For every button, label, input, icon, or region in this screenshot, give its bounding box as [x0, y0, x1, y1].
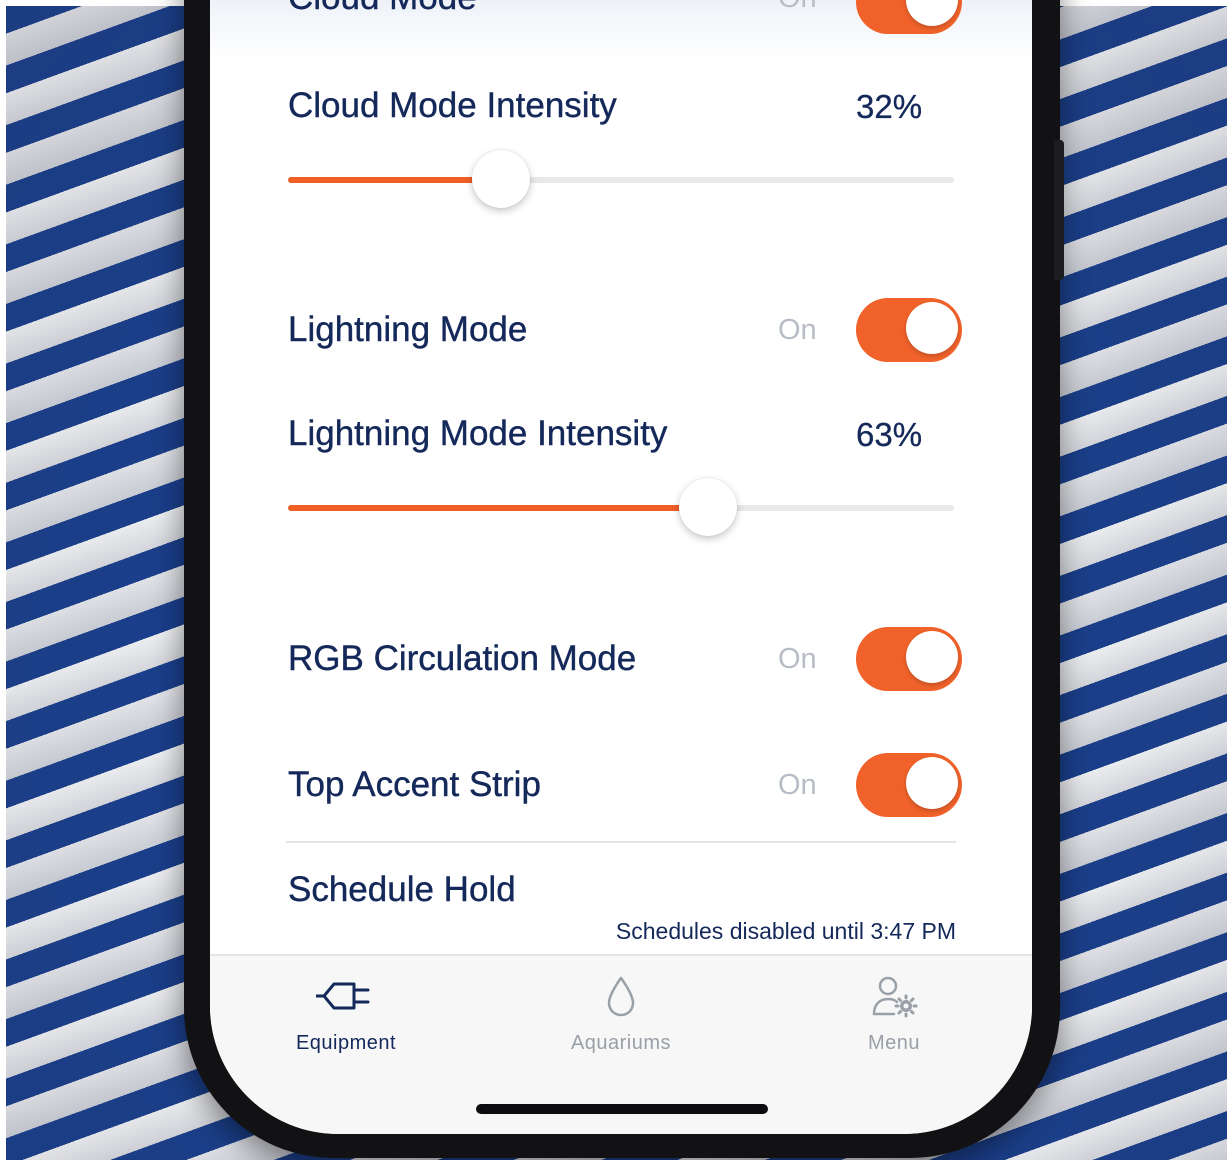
droplet-icon	[591, 974, 651, 1018]
rgb-circulation-state: On	[778, 643, 817, 675]
top-accent-state: On	[778, 769, 817, 801]
lightning-intensity-slider[interactable]	[288, 478, 954, 536]
tab-menu[interactable]: Menu	[794, 956, 994, 1076]
rgb-circulation-toggle[interactable]	[856, 627, 962, 691]
lightning-mode-toggle[interactable]	[856, 298, 962, 362]
cloud-intensity-label: Cloud Mode Intensity	[288, 86, 617, 125]
lightning-intensity-label: Lightning Mode Intensity	[288, 414, 668, 453]
tab-aquariums[interactable]: Aquariums	[521, 956, 721, 1076]
home-indicator	[476, 1104, 768, 1114]
slider-thumb[interactable]	[472, 150, 531, 208]
lightning-mode-state: On	[778, 314, 817, 346]
schedule-hold-note: Schedules disabled until 3:47 PM	[615, 918, 956, 944]
cloud-intensity-slider[interactable]	[288, 150, 954, 208]
app-screen: Cloud Mode On Cloud Mode Intensity 32% L…	[210, 0, 1032, 1134]
cloud-mode-label: Cloud Mode	[288, 0, 477, 18]
cloud-intensity-value: 32%	[856, 88, 923, 125]
slider-fill	[288, 177, 502, 183]
cloud-mode-state: On	[778, 0, 817, 15]
rgb-circulation-label: RGB Circulation Mode	[288, 639, 637, 678]
tab-label: Menu	[867, 1032, 921, 1054]
tab-label: Aquariums	[570, 1032, 672, 1054]
slider-thumb[interactable]	[678, 478, 737, 536]
divider	[286, 841, 956, 843]
toggle-knob	[906, 0, 958, 26]
top-accent-toggle[interactable]	[856, 753, 962, 817]
lightning-mode-label: Lightning Mode	[288, 310, 528, 349]
schedule-hold-label[interactable]: Schedule Hold	[288, 870, 516, 910]
slider-fill	[288, 505, 708, 511]
user-gear-icon	[864, 974, 924, 1018]
toggle-knob	[906, 631, 958, 683]
plug-icon	[314, 974, 376, 1018]
tab-equipment[interactable]: Equipment	[246, 956, 446, 1076]
lightning-intensity-value: 63%	[856, 416, 923, 453]
toggle-knob	[906, 757, 958, 809]
top-accent-label: Top Accent Strip	[288, 765, 541, 804]
toggle-knob	[906, 302, 958, 354]
cloud-mode-toggle[interactable]	[856, 0, 962, 34]
phone-side-button	[1054, 140, 1064, 280]
tab-label: Equipment	[295, 1032, 397, 1054]
